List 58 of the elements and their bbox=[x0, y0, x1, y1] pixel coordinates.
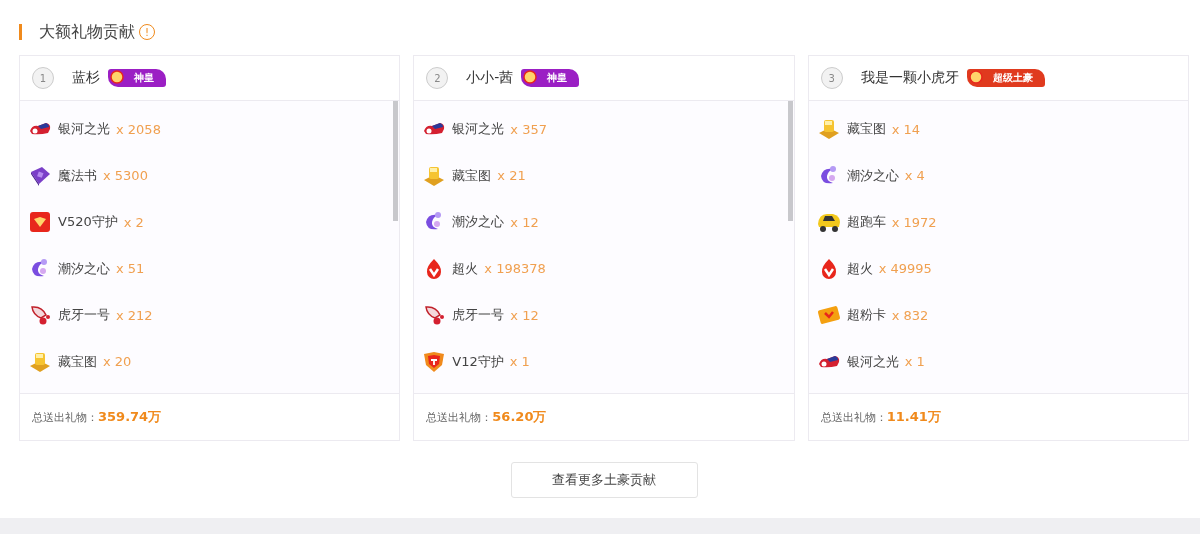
gift-count: x 1972 bbox=[891, 214, 937, 230]
gift-count: x 2058 bbox=[116, 121, 161, 137]
more-button[interactable]: 查看更多土豪贡献 bbox=[510, 462, 698, 498]
scrollbar-thumb[interactable] bbox=[787, 101, 793, 221]
gift-count: x 20 bbox=[103, 354, 132, 370]
user-name: 我是一颗小虎牙 bbox=[860, 69, 959, 87]
rank-badge: 1 bbox=[32, 67, 54, 89]
section-marker bbox=[19, 24, 22, 40]
rank-badge: 3 bbox=[820, 67, 843, 89]
gift-name: 潮汐之心 bbox=[452, 213, 505, 232]
gift-count: x 357 bbox=[510, 121, 547, 137]
shield-icon bbox=[28, 210, 52, 235]
section-title: 大额礼物贡献 bbox=[39, 21, 135, 43]
gift-name: 魔法书 bbox=[58, 166, 97, 185]
total-label: 总送出礼物： bbox=[32, 409, 98, 425]
gift-count: x 832 bbox=[891, 307, 929, 323]
gift-count: x 1 bbox=[904, 354, 925, 370]
user-name: 小小-茜 bbox=[466, 69, 514, 87]
gift-name: 藏宝图 bbox=[846, 120, 886, 139]
gift-count: x 49995 bbox=[878, 261, 932, 277]
gift-count: x 212 bbox=[116, 307, 153, 323]
total-label: 总送出礼物： bbox=[426, 409, 493, 425]
gift-name: 超火 bbox=[846, 259, 873, 278]
total-label: 总送出礼物： bbox=[820, 409, 887, 425]
level-badge: 神皇 bbox=[521, 69, 580, 87]
scrollbar-thumb[interactable] bbox=[393, 101, 399, 221]
gift-name: 藏宝图 bbox=[58, 352, 97, 371]
rank-badge: 2 bbox=[426, 67, 449, 89]
gift-count: x 5300 bbox=[103, 168, 148, 184]
level-badge: 超级土豪 bbox=[966, 69, 1045, 87]
gift-name: 超火 bbox=[452, 259, 479, 278]
total-value: 56.20万 bbox=[492, 408, 547, 426]
gift-count: x 2 bbox=[123, 214, 144, 230]
gift-name: V520守护 bbox=[58, 213, 118, 232]
gift-count: x 12 bbox=[510, 307, 539, 323]
gift-count: x 12 bbox=[510, 214, 539, 230]
level-badge: 神皇 bbox=[108, 69, 166, 87]
gift-name: 潮汐之心 bbox=[846, 166, 899, 185]
gift-name: 超粉卡 bbox=[846, 306, 886, 325]
gift-count: x 21 bbox=[497, 168, 526, 184]
gift-name: 藏宝图 bbox=[452, 166, 492, 185]
gift-name: 虎牙一号 bbox=[58, 306, 110, 325]
gift-count: x 1 bbox=[509, 354, 530, 370]
total-value: 11.41万 bbox=[886, 408, 941, 426]
gift-name: 银河之光 bbox=[846, 352, 899, 371]
gift-count: x 51 bbox=[116, 261, 145, 277]
gift-name: 超跑车 bbox=[846, 213, 886, 232]
gift-name: V12守护 bbox=[452, 352, 504, 371]
gift-name: 潮汐之心 bbox=[58, 259, 110, 278]
gift-name: 银河之光 bbox=[452, 120, 505, 139]
gift-count: x 198378 bbox=[484, 261, 546, 277]
total-value: 359.74万 bbox=[98, 408, 162, 426]
gift-count: x 14 bbox=[891, 121, 921, 137]
gift-count: x 4 bbox=[904, 168, 925, 184]
crest-icon bbox=[422, 349, 447, 374]
gift-name: 银河之光 bbox=[58, 120, 110, 139]
gift-name: 虎牙一号 bbox=[452, 306, 505, 325]
user-name: 蓝杉 bbox=[72, 69, 100, 87]
